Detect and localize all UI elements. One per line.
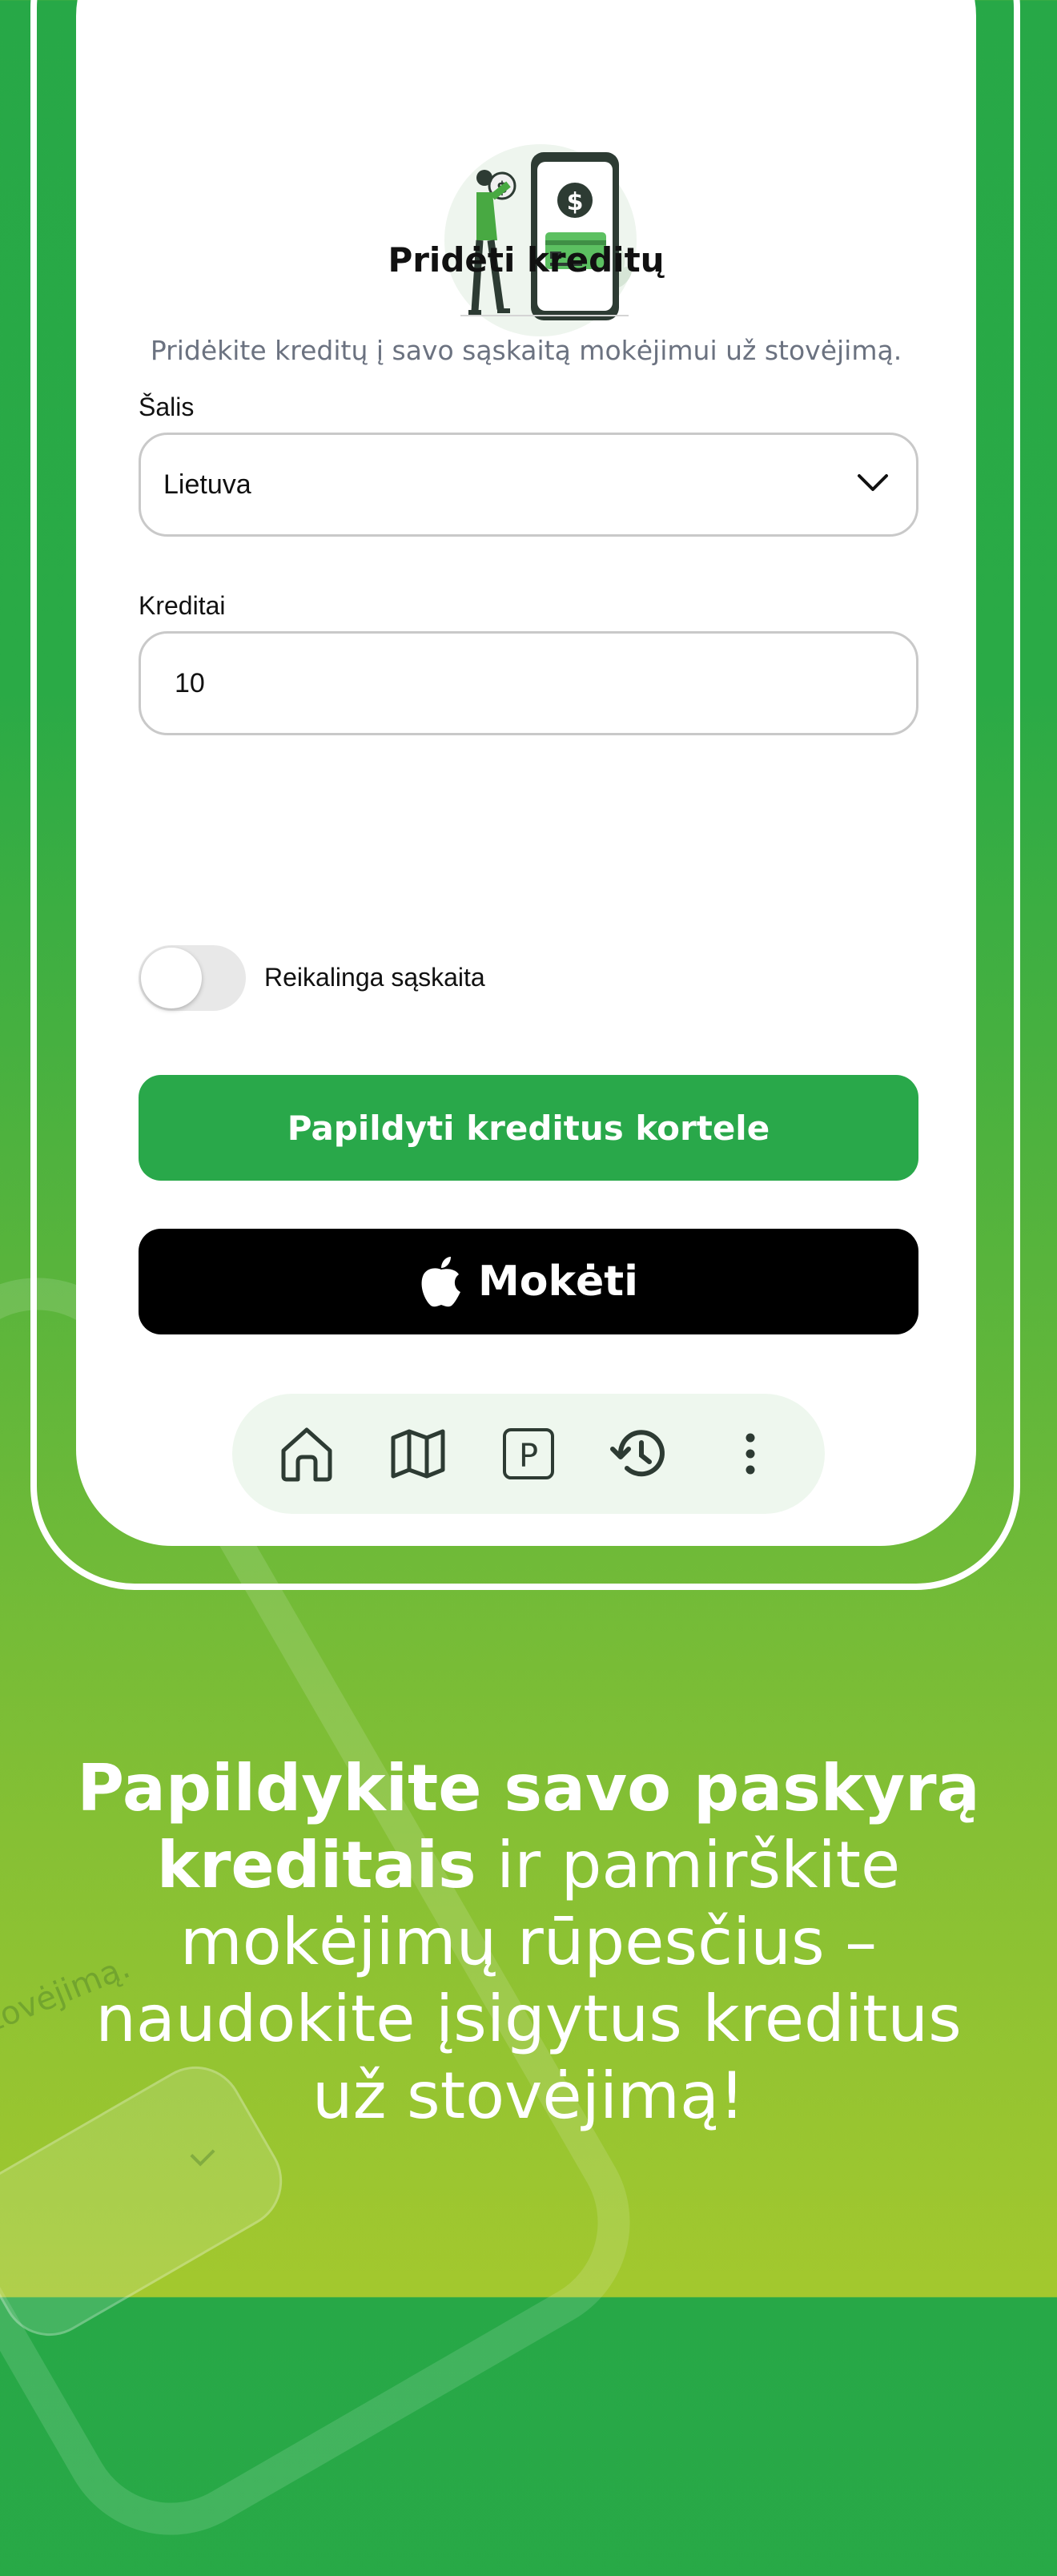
country-select[interactable]: Lietuva (139, 433, 918, 537)
page-subtitle: Pridėkite kreditų į savo sąskaitą mokėji… (150, 335, 902, 366)
country-value: Lietuva (163, 469, 251, 500)
country-label: Šalis (139, 392, 195, 421)
app-screen: $ $ Pridėti kreditų Pridėkite kreditų į … (76, 0, 976, 1546)
svg-text:$: $ (567, 188, 584, 216)
credits-value: 10 (175, 667, 205, 698)
toggle-knob (141, 948, 202, 1008)
promo-line-1: Papildykite savo paskyrą (77, 1751, 980, 1825)
parking-icon[interactable]: P (496, 1422, 561, 1486)
credits-input[interactable]: 10 (139, 631, 918, 735)
history-icon[interactable] (607, 1422, 671, 1486)
promo-headline: Papildykite savo paskyrą kreditais ir pa… (0, 1750, 1057, 2135)
payment-illustration: $ $ (444, 144, 637, 336)
top-up-card-button[interactable]: Papildyti kreditus kortele (139, 1075, 918, 1181)
promo-line-2-bold: kreditais (156, 1828, 476, 1902)
svg-text:P: P (519, 1438, 538, 1475)
promo-line-4: naudokite įsigytus kreditus (95, 1982, 962, 2056)
apple-pay-button[interactable]: Mokėti (139, 1229, 918, 1334)
promo-line-5: už stovėjimą! (311, 2059, 746, 2133)
invoice-toggle[interactable] (139, 945, 246, 1011)
page-title: Pridėti kreditų (388, 240, 665, 280)
invoice-toggle-label: Reikalinga sąskaita (264, 963, 485, 992)
promo-line-2-regular: ir pamirškite (476, 1828, 901, 1902)
chevron-down-icon (858, 474, 888, 491)
more-vertical-icon[interactable] (718, 1422, 782, 1486)
map-icon[interactable] (386, 1422, 450, 1486)
home-icon[interactable] (275, 1422, 339, 1486)
top-up-card-label: Papildyti kreditus kortele (287, 1108, 770, 1148)
bottom-nav-bar: P (232, 1394, 825, 1514)
apple-pay-label: Mokėti (477, 1258, 638, 1306)
credits-label: Kreditai (139, 591, 226, 620)
promo-line-3: mokėjimų rūpesčius – (179, 1905, 878, 1979)
apple-logo-icon (419, 1255, 464, 1308)
